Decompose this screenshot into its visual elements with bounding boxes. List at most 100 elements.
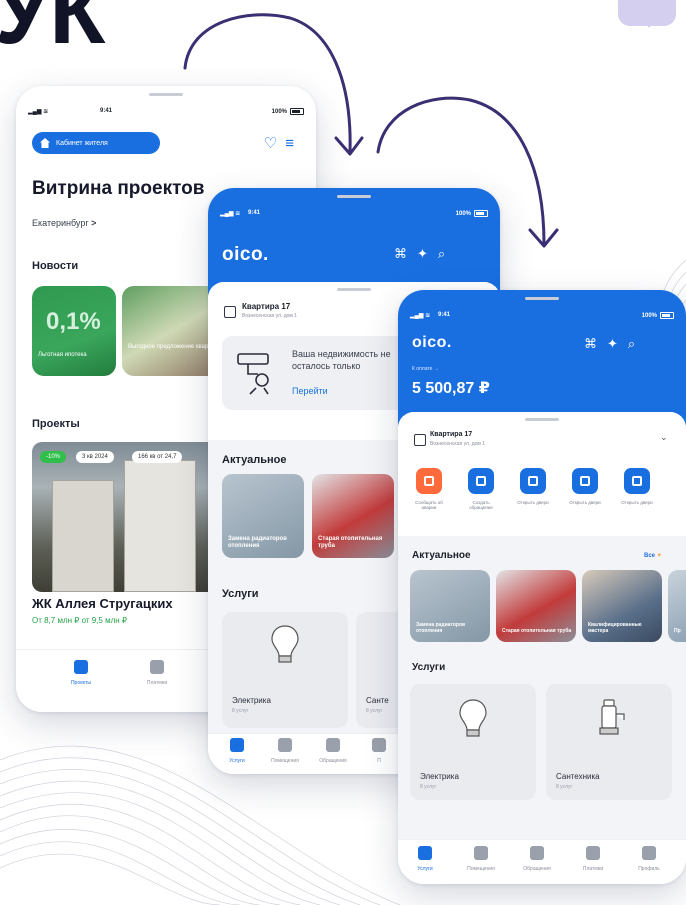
faucet-icon xyxy=(599,699,625,735)
nav-premises[interactable]: Помещения xyxy=(260,738,310,764)
service-name: Электрика xyxy=(232,696,271,705)
nav-requests[interactable]: Обращения xyxy=(308,738,358,764)
nav-payments[interactable]: Платежи xyxy=(570,846,616,872)
cabinet-chip[interactable]: Кабинет жителя xyxy=(32,132,160,154)
project-name[interactable]: ЖК Аллея Стругацких xyxy=(32,596,173,611)
actual-card-caption: Замена радиаторов отопления xyxy=(228,535,287,549)
nav-payments[interactable]: Платежи xyxy=(132,660,182,686)
phone-notch xyxy=(525,297,559,300)
actual-card-caption: Старая отопительная труба xyxy=(502,628,572,634)
service-card[interactable]: Электрика 8 услуг xyxy=(410,684,536,800)
date-badge: 3 кв 2024 xyxy=(76,451,114,463)
promo-text: Ваша недвижимость не осталось только xyxy=(292,349,391,372)
sheet-handle xyxy=(337,288,371,291)
news-card[interactable]: 0,1% Льготная ипотека xyxy=(32,286,116,376)
quick-action-button[interactable] xyxy=(520,468,546,494)
news-card[interactable]: Выгодное предложение квартира xyxy=(122,286,222,376)
page-title: Витрина проектов xyxy=(32,178,205,199)
quick-action-label: Сообщить об аварии xyxy=(415,500,443,511)
service-count: 8 услуг xyxy=(232,708,249,714)
actual-card[interactable]: Старая отопительная труба xyxy=(496,570,576,642)
project-price: От 8,7 млн ₽ от 9,5 млн ₽ xyxy=(32,616,127,625)
actual-label: Актуальное xyxy=(222,454,287,466)
quick-action-button[interactable] xyxy=(624,468,650,494)
quick-action-button[interactable] xyxy=(468,468,494,494)
service-name: Электрика xyxy=(420,772,459,781)
house-icon xyxy=(474,846,488,860)
nav-more[interactable]: П xyxy=(354,738,404,764)
phone-notch xyxy=(337,195,371,198)
balance-amount[interactable]: 5 500,87 ₽ xyxy=(412,378,490,398)
city-selector[interactable]: Екатеринбург > xyxy=(32,218,96,228)
nav-requests[interactable]: Обращения xyxy=(514,846,560,872)
actual-card[interactable]: Квалифицированные мастера xyxy=(582,570,662,642)
lightbulb-icon xyxy=(459,699,487,737)
fire-icon: ✦ xyxy=(656,553,662,559)
home-icon xyxy=(40,138,50,148)
actual-card[interactable]: Старая отопительная труба xyxy=(312,474,394,558)
battery-level: 100% xyxy=(455,211,471,218)
nav-label: Услуги xyxy=(229,758,245,764)
grid-icon xyxy=(418,846,432,860)
nav-profile[interactable]: Профиль xyxy=(626,846,672,872)
status-time: 9:41 xyxy=(438,312,451,318)
building-icon xyxy=(224,306,236,318)
hero-title: УК xyxy=(0,0,105,63)
nav-label: Помещения xyxy=(467,866,495,872)
actual-label: Актуальное xyxy=(412,550,471,561)
nav-label: Обращения xyxy=(319,758,347,764)
services-label: Услуги xyxy=(412,662,446,673)
apartment-address: Вознесенская ул. дом 1 xyxy=(430,441,486,447)
quick-action-button[interactable] xyxy=(572,468,598,494)
promo-link[interactable]: Перейти xyxy=(292,386,328,396)
notification-icon[interactable]: ✦ xyxy=(607,336,628,351)
projects-label: Проекты xyxy=(32,418,80,430)
actual-card[interactable]: Замена радиаторов отопления xyxy=(222,474,304,558)
sheet-handle xyxy=(525,418,559,421)
battery-icon xyxy=(474,210,488,217)
signal-icon: ▂▄▆ ≋ xyxy=(28,109,49,115)
nav-services[interactable]: Услуги xyxy=(212,738,262,764)
actual-card-caption: Замена радиаторов отопления xyxy=(416,622,466,634)
quick-action-label: Создать обращение xyxy=(469,500,493,511)
news-card-value: 0,1% xyxy=(46,308,101,335)
status-bar: ▂▄▆ ≋ 9:41 100% xyxy=(28,108,304,118)
balance-label: К оплате → xyxy=(412,366,439,372)
quick-action-button[interactable] xyxy=(416,468,442,494)
status-bar: ▂▄▆ ≋ 9:41 100% xyxy=(410,312,674,322)
search-icon[interactable]: ⌕ xyxy=(438,246,455,261)
news-card-caption: Выгодное предложение квартира xyxy=(128,344,221,350)
actual-card[interactable]: Пр xyxy=(668,570,686,642)
nav-projects[interactable]: Проекты xyxy=(56,660,106,686)
apartment-name[interactable]: Квартира 17 xyxy=(242,302,290,311)
status-bar: ▂▄▆ ≋ 9:41 100% xyxy=(220,210,488,220)
all-link[interactable]: Все ✦ xyxy=(644,552,662,559)
apartment-name[interactable]: Квартира 17 xyxy=(430,431,472,438)
nav-label: Услуги xyxy=(417,866,433,872)
message-icon xyxy=(530,846,544,860)
nav-premises[interactable]: Помещения xyxy=(458,846,504,872)
service-card[interactable]: Сантехника 8 услуг xyxy=(546,684,672,800)
service-count: 8 услуг xyxy=(556,784,573,790)
service-card[interactable]: Электрика 8 услуг xyxy=(222,612,348,728)
service-name: Сантехника xyxy=(556,772,600,781)
apartment-card: Квартира 17 Вознесенская ул. дом 1 ⌄ Соо… xyxy=(398,412,686,536)
heart-icon[interactable]: ♡ xyxy=(264,135,285,152)
lightbulb-icon xyxy=(271,625,299,663)
buildings-icon xyxy=(74,660,88,674)
filter-icon[interactable]: ≡ xyxy=(285,135,302,152)
chevron-down-icon[interactable]: ⌄ xyxy=(660,432,668,443)
nav-label: Профиль xyxy=(638,866,660,872)
city-label: Екатеринбург xyxy=(32,218,89,228)
actual-card[interactable]: Замена радиаторов отопления xyxy=(410,570,490,642)
scan-icon[interactable]: ⌘ xyxy=(394,246,417,261)
app-logo: oico. xyxy=(412,334,452,351)
building-shape xyxy=(124,460,196,592)
status-time: 9:41 xyxy=(248,210,261,216)
nav-services[interactable]: Услуги xyxy=(402,846,448,872)
building-icon xyxy=(414,434,426,446)
scan-icon[interactable]: ⌘ xyxy=(584,336,607,351)
search-icon[interactable]: ⌕ xyxy=(628,336,645,351)
notification-icon[interactable]: ✦ xyxy=(417,246,438,261)
plumbing-icon xyxy=(237,353,269,395)
